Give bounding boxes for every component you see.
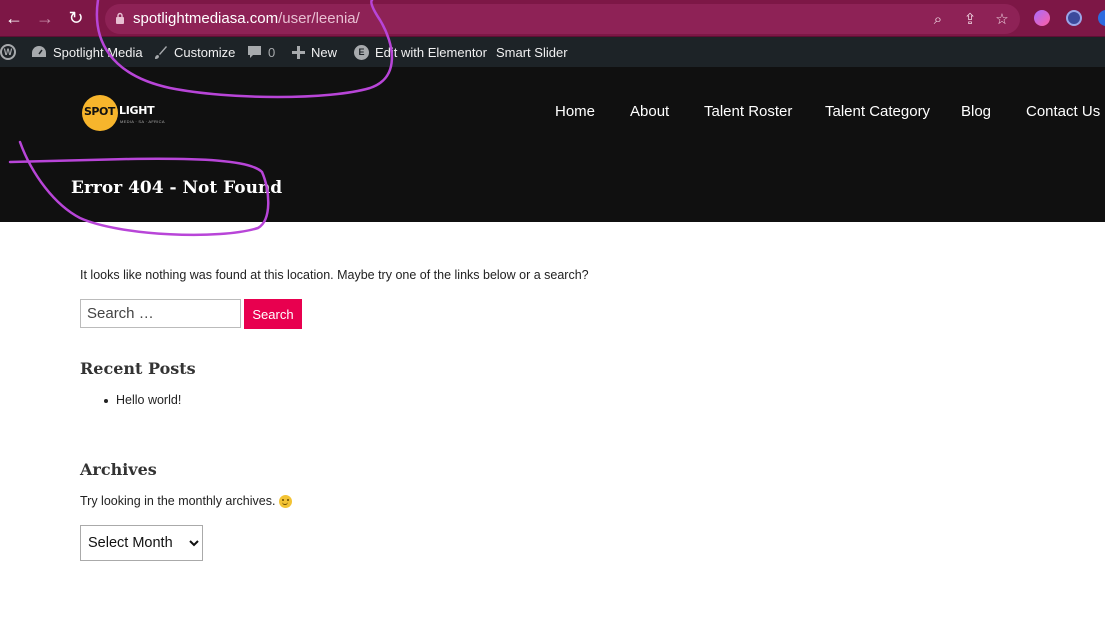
post-link-hello-world[interactable]: Hello world! [116,393,181,407]
recent-posts-list: Hello world! [103,393,181,407]
search-button[interactable]: Search [244,299,302,329]
forward-arrow-icon[interactable]: → [33,6,57,30]
main-navigation: Home About Talent Roster Talent Category… [0,103,1105,123]
profile-icon[interactable] [1098,10,1105,26]
address-bar[interactable]: spotlightmediasa.com/user/leenia/ ⌕ ⇪ ☆ [105,4,1020,34]
nav-talent-roster[interactable]: Talent Roster [704,103,792,120]
smiley-icon [279,494,293,508]
brush-icon [155,45,167,59]
wordpress-extension-icon[interactable] [1066,10,1082,26]
nav-blog[interactable]: Blog [961,103,991,120]
comments-count: 0 [268,44,276,60]
site-name-label: Spotlight Media [53,44,143,60]
nav-contact-us[interactable]: Contact Us [1026,103,1100,120]
zoom-icon[interactable]: ⌕ [929,10,947,28]
wordpress-logo-icon: W [0,44,16,60]
search-input[interactable] [80,299,241,328]
share-icon[interactable]: ⇪ [961,10,979,28]
archive-month-select[interactable]: Select Month [80,525,203,561]
plus-icon [292,45,305,59]
extension-icon[interactable] [1034,10,1050,26]
new-label: New [311,44,338,60]
site-header: SPOT LIGHT MEDIA · SA · AFRICA Home Abou… [0,67,1105,222]
smart-slider-menu[interactable]: Smart Slider [496,37,568,67]
site-name-menu[interactable]: Spotlight Media [31,37,143,67]
elementor-menu[interactable]: E Edit with Elementor [354,37,487,67]
archives-hint-text: Try looking in the monthly archives. [80,494,276,508]
back-arrow-icon[interactable]: ← [2,6,26,30]
browser-toolbar: ← → ↻ spotlightmediasa.com/user/leenia/ … [0,0,1105,37]
url-text[interactable]: spotlightmediasa.com/user/leenia/ [133,10,360,27]
url-path: /user/leenia/ [278,10,360,27]
customize-label: Customize [174,44,236,60]
new-content-menu[interactable]: New [292,37,337,67]
recent-posts-title: Recent Posts [80,359,196,378]
star-icon[interactable]: ☆ [993,10,1011,28]
page-title: Error 404 - Not Found [71,178,283,198]
wp-logo-menu[interactable]: W [0,37,16,67]
dashboard-icon [32,46,46,57]
lock-icon [116,12,124,24]
comments-menu[interactable]: 0 [247,37,275,67]
nav-about[interactable]: About [630,103,669,120]
nav-talent-category[interactable]: Talent Category [825,103,930,120]
elementor-label: Edit with Elementor [375,44,487,60]
not-found-message: It looks like nothing was found at this … [80,268,589,282]
url-domain: spotlightmediasa.com [133,10,279,27]
archives-hint: Try looking in the monthly archives. [80,494,293,508]
smart-slider-label: Smart Slider [496,44,568,60]
wp-admin-bar: W Spotlight Media Customize 0 New E Edit… [0,37,1105,67]
list-item: Hello world! [103,393,181,407]
customize-menu[interactable]: Customize [153,37,235,67]
archives-title: Archives [80,460,157,479]
elementor-icon: E [354,44,369,60]
reload-icon[interactable]: ↻ [64,6,88,30]
comment-icon [248,46,261,58]
nav-home[interactable]: Home [555,103,595,120]
